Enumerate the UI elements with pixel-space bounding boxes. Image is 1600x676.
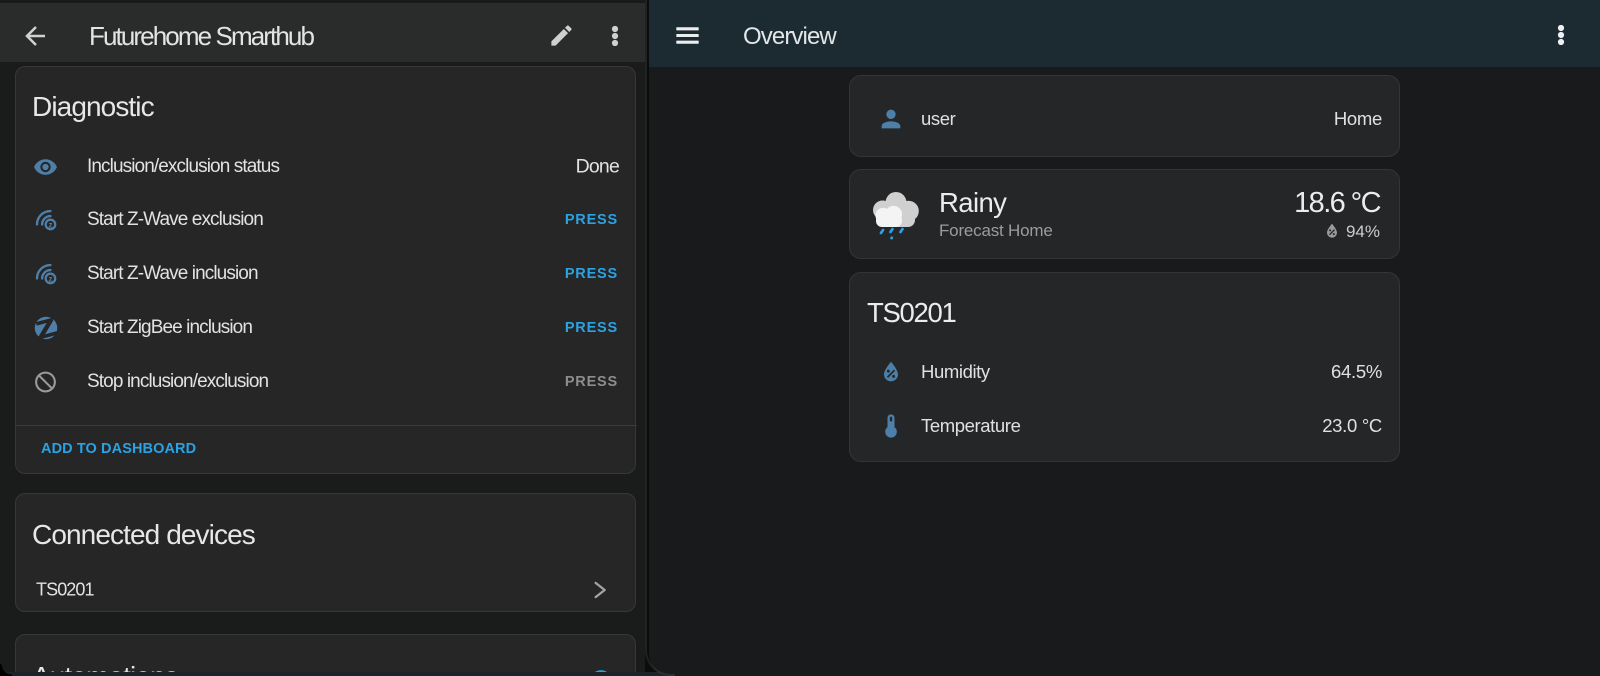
svg-text:z: z [48, 274, 52, 283]
svg-text:z: z [48, 221, 52, 230]
svg-text:Z: Z [33, 315, 59, 341]
